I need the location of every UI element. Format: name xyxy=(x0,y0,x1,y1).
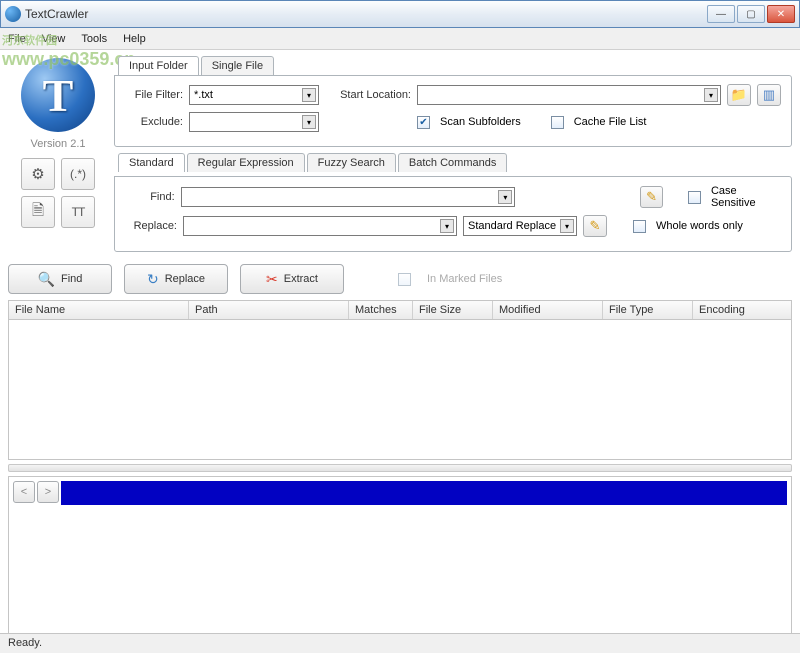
find-button[interactable]: 🔍Find xyxy=(8,264,112,294)
title-bar: TextCrawler — ▢ ✕ xyxy=(0,0,800,28)
edit-find-button[interactable]: ✎ xyxy=(640,186,663,208)
next-button[interactable]: > xyxy=(37,481,59,503)
chevron-down-icon: ▾ xyxy=(560,219,574,233)
col-modified[interactable]: Modified xyxy=(493,301,603,319)
case-sensitive-checkbox[interactable] xyxy=(688,191,701,204)
cache-file-list-checkbox[interactable] xyxy=(551,116,564,129)
whole-words-checkbox[interactable] xyxy=(633,220,646,233)
cache-file-list-label: Cache File List xyxy=(574,116,647,128)
text-icon[interactable]: TT xyxy=(61,196,95,228)
case-sensitive-label: Case Sensitive xyxy=(711,185,781,209)
col-path[interactable]: Path xyxy=(189,301,349,319)
col-file-size[interactable]: File Size xyxy=(413,301,493,319)
tab-standard[interactable]: Standard xyxy=(118,153,185,172)
menu-help[interactable]: Help xyxy=(123,33,146,45)
tab-input-folder[interactable]: Input Folder xyxy=(118,56,199,75)
exclude-label: Exclude: xyxy=(125,116,183,128)
col-file-name[interactable]: File Name xyxy=(9,301,189,319)
col-matches[interactable]: Matches xyxy=(349,301,413,319)
menu-bar: File View Tools Help xyxy=(0,28,800,50)
input-tabs: Input Folder Single File xyxy=(118,56,792,75)
prev-button[interactable]: < xyxy=(13,481,35,503)
columns-button[interactable]: ▥ xyxy=(757,84,781,106)
scan-subfolders-label: Scan Subfolders xyxy=(440,116,521,128)
scan-subfolders-checkbox[interactable]: ✔ xyxy=(417,116,430,129)
search-panel: Find: ▾ ✎ Case Sensitive Replace: ▾ Stan… xyxy=(114,176,792,252)
whole-words-label: Whole words only xyxy=(656,220,743,232)
app-logo: T xyxy=(21,58,95,132)
scissors-icon: ✂ xyxy=(266,271,278,288)
sidebar: T Version 2.1 ⚙ (.*) 🗎 TT xyxy=(8,56,108,252)
chevron-down-icon: ▾ xyxy=(704,88,718,102)
close-button[interactable]: ✕ xyxy=(767,5,795,23)
regex-icon[interactable]: (.*) xyxy=(61,158,95,190)
col-encoding[interactable]: Encoding xyxy=(693,301,791,319)
status-bar: Ready. xyxy=(0,633,800,653)
start-location-label: Start Location: xyxy=(325,89,411,101)
extract-button[interactable]: ✂Extract xyxy=(240,264,344,294)
tab-fuzzy[interactable]: Fuzzy Search xyxy=(307,153,396,172)
replace-icon: ↻ xyxy=(147,271,159,288)
chevron-down-icon: ▾ xyxy=(440,219,454,233)
app-icon xyxy=(5,6,21,22)
replace-label: Replace: xyxy=(125,220,177,232)
results-header: File Name Path Matches File Size Modifie… xyxy=(8,300,792,320)
search-icon: 🔍 xyxy=(38,271,55,288)
replace-button[interactable]: ↻Replace xyxy=(124,264,228,294)
minimize-button[interactable]: — xyxy=(707,5,735,23)
replace-input[interactable]: ▾ xyxy=(183,216,457,236)
tab-batch[interactable]: Batch Commands xyxy=(398,153,507,172)
tab-regex[interactable]: Regular Expression xyxy=(187,153,305,172)
in-marked-checkbox[interactable] xyxy=(398,273,411,286)
find-input[interactable]: ▾ xyxy=(181,187,516,207)
preview-panel: < > xyxy=(8,476,792,646)
edit-replace-button[interactable]: ✎ xyxy=(583,215,607,237)
replace-mode-combo[interactable]: Standard Replace▾ xyxy=(463,216,577,236)
maximize-button[interactable]: ▢ xyxy=(737,5,765,23)
settings-icon[interactable]: ⚙ xyxy=(21,158,55,190)
tab-single-file[interactable]: Single File xyxy=(201,56,274,75)
browse-folder-button[interactable]: 📁 xyxy=(727,84,751,106)
window-title: TextCrawler xyxy=(25,7,707,21)
window-controls: — ▢ ✕ xyxy=(707,5,795,23)
version-label: Version 2.1 xyxy=(30,138,85,150)
find-label: Find: xyxy=(125,191,175,203)
results-table[interactable] xyxy=(8,320,792,460)
file-filter-combo[interactable]: *.txt▾ xyxy=(189,85,319,105)
action-bar: 🔍Find ↻Replace ✂Extract In Marked Files xyxy=(0,256,800,300)
input-panel: File Filter: *.txt▾ Start Location: ▾ 📁 … xyxy=(114,75,792,147)
preview-selection[interactable] xyxy=(61,481,787,505)
col-file-type[interactable]: File Type xyxy=(603,301,693,319)
chevron-down-icon: ▾ xyxy=(302,115,316,129)
in-marked-label: In Marked Files xyxy=(427,273,502,285)
menu-view[interactable]: View xyxy=(42,33,66,45)
file-filter-label: File Filter: xyxy=(125,89,183,101)
start-location-combo[interactable]: ▾ xyxy=(417,85,721,105)
search-tabs: Standard Regular Expression Fuzzy Search… xyxy=(118,153,792,172)
menu-tools[interactable]: Tools xyxy=(81,33,107,45)
chevron-down-icon: ▾ xyxy=(498,190,512,204)
chevron-down-icon: ▾ xyxy=(302,88,316,102)
exclude-combo[interactable]: ▾ xyxy=(189,112,319,132)
splitter[interactable] xyxy=(8,464,792,472)
menu-file[interactable]: File xyxy=(8,33,26,45)
document-icon[interactable]: 🗎 xyxy=(21,196,55,228)
